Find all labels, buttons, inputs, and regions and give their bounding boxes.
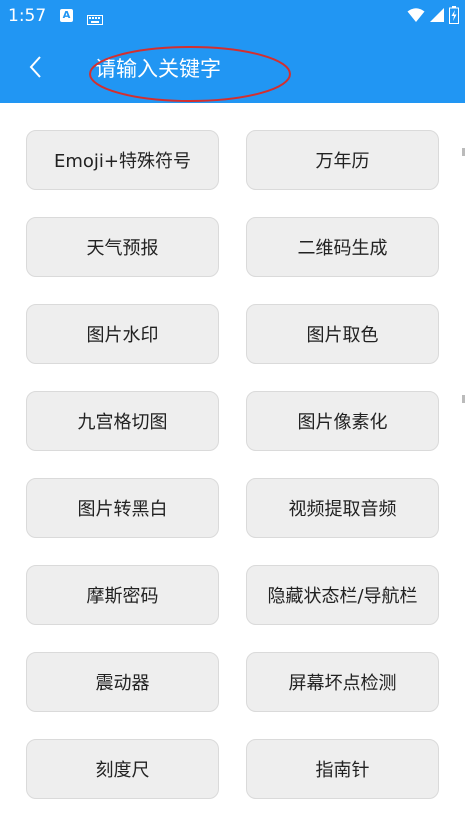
wifi-icon	[407, 7, 425, 27]
battery-icon	[449, 6, 459, 28]
tool-grid: Emoji+特殊符号 万年历 天气预报 二维码生成 图片水印 图片取色 九宫格切…	[26, 130, 439, 799]
status-icons	[407, 6, 459, 28]
tool-button-color-picker[interactable]: 图片取色	[246, 304, 439, 364]
annotation-ellipse	[89, 46, 291, 102]
tool-button-hide-bars[interactable]: 隐藏状态栏/导航栏	[246, 565, 439, 625]
status-bar: 1:57 A	[0, 0, 465, 32]
app-header: 1:57 A 请输入关键字	[0, 0, 465, 103]
tool-button-calendar[interactable]: 万年历	[246, 130, 439, 190]
tool-list: Emoji+特殊符号 万年历 天气预报 二维码生成 图片水印 图片取色 九宫格切…	[0, 103, 465, 826]
keyboard-icon	[87, 10, 103, 29]
back-button[interactable]	[20, 50, 50, 84]
tool-button-grayscale[interactable]: 图片转黑白	[26, 478, 219, 538]
notification-a-icon: A	[60, 9, 73, 22]
status-time: 1:57	[8, 6, 47, 26]
tool-button-compass[interactable]: 指南针	[246, 739, 439, 799]
tool-button-extract-audio[interactable]: 视频提取音频	[246, 478, 439, 538]
tool-button-pixelate[interactable]: 图片像素化	[246, 391, 439, 451]
chevron-left-icon	[29, 56, 41, 78]
tool-button-dead-pixel[interactable]: 屏幕坏点检测	[246, 652, 439, 712]
tool-button-grid-cut[interactable]: 九宫格切图	[26, 391, 219, 451]
tool-button-emoji[interactable]: Emoji+特殊符号	[26, 130, 219, 190]
tool-button-weather[interactable]: 天气预报	[26, 217, 219, 277]
signal-icon	[429, 7, 445, 27]
tool-button-watermark[interactable]: 图片水印	[26, 304, 219, 364]
tool-button-morse[interactable]: 摩斯密码	[26, 565, 219, 625]
tool-button-vibrator[interactable]: 震动器	[26, 652, 219, 712]
tool-button-ruler[interactable]: 刻度尺	[26, 739, 219, 799]
tool-button-qrcode[interactable]: 二维码生成	[246, 217, 439, 277]
